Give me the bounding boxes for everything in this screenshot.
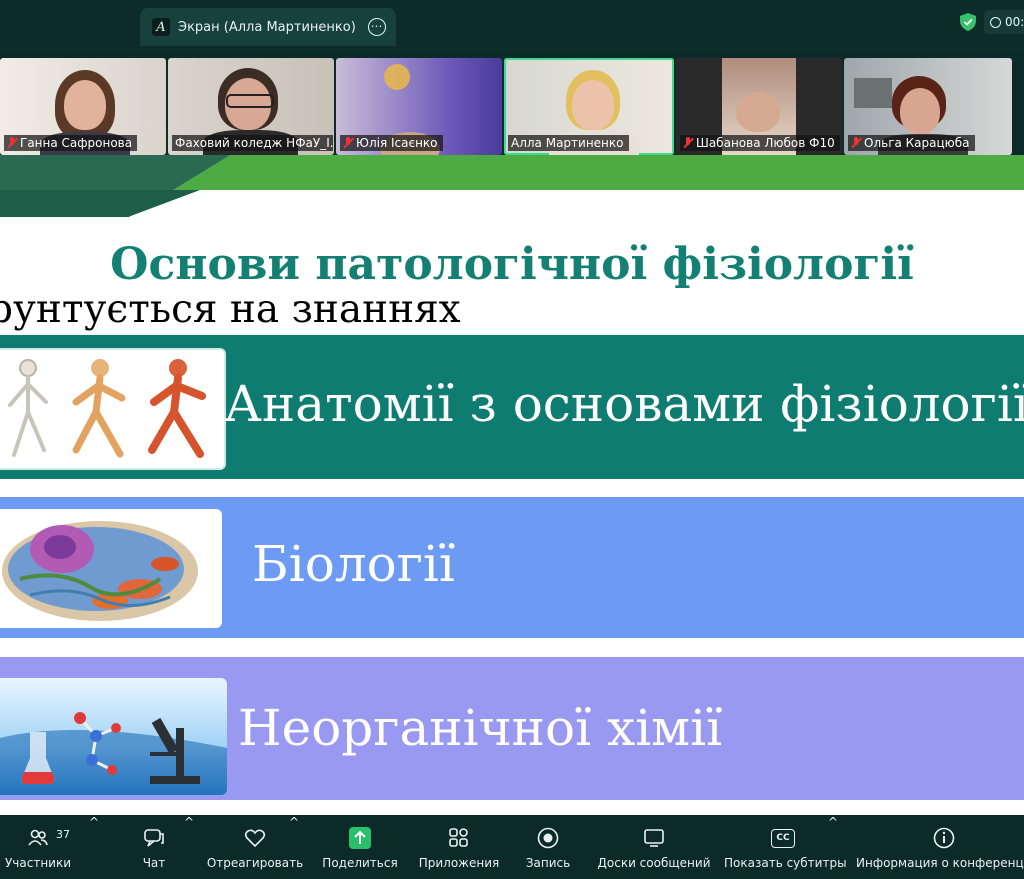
chat-label: Чат (142, 856, 166, 870)
presenter-logo-icon: A (152, 18, 170, 36)
topic-label-biology: Біології (252, 535, 455, 593)
chat-button[interactable]: Чат (124, 815, 184, 879)
participants-count: 37 (56, 828, 70, 841)
timer-text: 00: (1005, 15, 1024, 29)
cell-icon (2, 521, 198, 621)
participant-video-strip: Ганна Сафронова Фаховий коледж НФаУ_І...… (0, 58, 1012, 155)
apps-label: Приложения (418, 856, 500, 870)
whiteboards-button[interactable]: Доски сообщений (594, 815, 714, 879)
participant-face (572, 80, 614, 130)
whiteboard-icon (644, 829, 664, 847)
slide-topic-bar-chemistry: Неорганічної хімії (0, 657, 1024, 800)
more-options-icon[interactable]: ••• (368, 18, 386, 36)
participants-caret-icon[interactable]: ^ (89, 815, 99, 879)
react-caret-icon[interactable]: ^ (289, 815, 299, 879)
mic-muted-icon (343, 137, 353, 149)
record-button[interactable]: Запись (518, 815, 578, 879)
anatomy-illustration (0, 348, 226, 470)
participants-button[interactable]: 37 Участники (0, 815, 76, 879)
cell-illustration (0, 509, 222, 628)
info-icon (933, 827, 955, 849)
security-shield-icon[interactable] (960, 13, 976, 31)
human-figures-icon (8, 359, 206, 458)
slide-corner-band-shadow (0, 190, 200, 217)
captions-caret-icon[interactable]: ^ (828, 815, 838, 879)
meeting-top-bar: A Экран (Алла Мартиненко) ••• 00: (0, 0, 1024, 50)
participant-name-label: Алла Мартиненко (508, 135, 629, 151)
cc-icon: CC (771, 829, 795, 848)
participants-icon (28, 829, 48, 846)
video-tile-active-speaker[interactable]: Алла Мартиненко (504, 58, 674, 155)
shared-slide: Основи патологічної фізіології рунтуєтьс… (0, 155, 1024, 815)
share-screen-button[interactable]: Поделиться (320, 815, 400, 879)
video-tile[interactable]: Фаховий коледж НФаУ_І... (168, 58, 334, 155)
lab-equipment-icon (0, 712, 227, 795)
glasses (226, 94, 274, 108)
participant-name-label: Ганна Сафронова (4, 135, 138, 151)
video-tile[interactable]: Ганна Сафронова (0, 58, 166, 155)
video-tile[interactable]: Ольга Карацюба (844, 58, 1012, 155)
share-screen-icon (349, 827, 371, 849)
topic-label-chemistry: Неорганічної хімії (238, 699, 723, 757)
chat-caret-icon[interactable]: ^ (184, 815, 194, 879)
mic-muted-icon (851, 137, 861, 149)
mic-muted-icon (7, 137, 17, 149)
chemistry-illustration (0, 678, 227, 795)
participant-face (736, 92, 780, 132)
meeting-timer[interactable]: 00: (984, 10, 1024, 34)
screen-share-tab[interactable]: A Экран (Алла Мартиненко) ••• (140, 8, 396, 46)
video-tile[interactable]: Шабанова Любов Ф10 (676, 58, 842, 155)
screen-share-title: Экран (Алла Мартиненко) (178, 19, 356, 35)
chat-icon (144, 829, 164, 847)
participant-face (900, 88, 940, 134)
slide-topic-bar-biology: Біології (0, 497, 1024, 638)
slide-topic-bar-anatomy: Анатомії з основами фізіології (0, 335, 1024, 479)
participant-name-label: Фаховий коледж НФаУ_І... (172, 135, 333, 151)
record-icon (537, 827, 559, 849)
clock-icon (990, 16, 1001, 28)
show-captions-button[interactable]: CC Показать субтитры (724, 815, 847, 879)
participants-label: Участники (4, 856, 72, 870)
share-label: Поделиться (322, 856, 398, 870)
meeting-controls-toolbar: 37 Участники ^ Чат ^ Отреагировать ^ Под… (0, 815, 1024, 879)
record-label: Запись (525, 856, 571, 870)
participant-name-label: Шабанова Любов Ф10 (680, 135, 840, 151)
window-frame (854, 78, 892, 108)
heart-icon (244, 829, 266, 848)
slide-title: Основи патологічної фізіології (110, 239, 914, 290)
whiteboards-label: Доски сообщений (597, 856, 711, 870)
meeting-info-button[interactable]: Информация о конференции (852, 815, 1024, 879)
participant-face (64, 80, 106, 130)
video-tile[interactable]: Юлія Ісаєнко (336, 58, 502, 155)
participant-name-label: Ольга Карацюба (848, 135, 975, 151)
mic-muted-icon (683, 137, 693, 149)
slide-subtitle: рунтується на знаннях (0, 287, 461, 332)
wall-decoration (384, 64, 410, 90)
captions-label: Показать субтитры (724, 856, 847, 870)
apps-button[interactable]: Приложения (414, 815, 504, 879)
meeting-info-label: Информация о конференции (856, 856, 1024, 870)
apps-icon (449, 828, 468, 847)
participant-name-label: Юлія Ісаєнко (340, 135, 443, 151)
topic-label-anatomy: Анатомії з основами фізіології (224, 375, 1024, 433)
